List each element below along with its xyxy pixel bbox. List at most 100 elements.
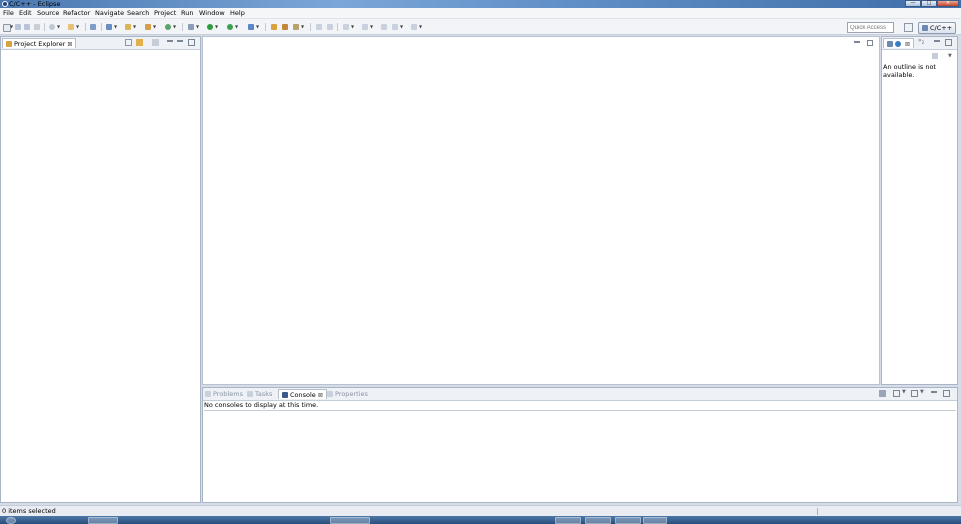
pin-console-icon[interactable] bbox=[879, 390, 886, 397]
new-source-dropdown-icon[interactable]: ▼ bbox=[133, 25, 136, 29]
tab-problems[interactable]: Problems bbox=[205, 389, 243, 399]
new-header-dropdown-icon[interactable]: ▼ bbox=[153, 25, 156, 29]
search-dropdown-icon[interactable]: ▼ bbox=[301, 25, 304, 29]
new-dropdown-icon[interactable]: ▼ bbox=[10, 25, 13, 29]
build-dropdown-icon[interactable]: ▼ bbox=[57, 25, 60, 29]
menu-source[interactable]: Source bbox=[37, 9, 59, 18]
external-tools-icon[interactable] bbox=[248, 24, 254, 30]
build-icon[interactable] bbox=[49, 24, 55, 30]
taskbar-app[interactable] bbox=[330, 517, 370, 524]
run-dropdown-icon[interactable]: ▼ bbox=[215, 25, 218, 29]
maximize-view-icon[interactable] bbox=[943, 390, 950, 397]
maximize-view-icon[interactable] bbox=[945, 39, 952, 46]
new-source-icon[interactable] bbox=[125, 24, 131, 30]
run-icon[interactable] bbox=[207, 24, 213, 30]
save-icon[interactable] bbox=[15, 24, 21, 30]
previous-annotation-icon[interactable] bbox=[362, 24, 368, 30]
taskbar-app[interactable] bbox=[585, 517, 611, 524]
debug-icon[interactable] bbox=[227, 24, 233, 30]
link-with-editor-icon[interactable] bbox=[136, 39, 143, 46]
perspective-cpp-button[interactable]: C/C++ bbox=[918, 22, 956, 34]
open-perspective-icon[interactable] bbox=[904, 23, 913, 32]
minimize-view-icon[interactable] bbox=[931, 391, 937, 393]
display-console-dropdown-icon[interactable]: ▼ bbox=[902, 388, 906, 396]
print-icon[interactable] bbox=[34, 24, 40, 30]
new-project-dropdown-icon[interactable]: ▼ bbox=[173, 25, 176, 29]
save-all-icon[interactable] bbox=[24, 24, 30, 30]
overflow-tabs-icon[interactable]: »2 bbox=[918, 37, 924, 47]
close-tab-icon[interactable]: ⊠ bbox=[318, 392, 323, 399]
build-all-icon[interactable] bbox=[68, 24, 74, 30]
last-edit-icon[interactable] bbox=[381, 24, 387, 30]
external-tools-dropdown-icon[interactable]: ▼ bbox=[256, 25, 259, 29]
taskbar-app[interactable] bbox=[88, 517, 118, 524]
build-all-dropdown-icon[interactable]: ▼ bbox=[76, 25, 79, 29]
tab-tasks[interactable]: Tasks bbox=[247, 389, 272, 399]
editor-area[interactable] bbox=[202, 36, 880, 385]
minimize-view-icon[interactable] bbox=[177, 40, 183, 42]
menu-navigate[interactable]: Navigate bbox=[95, 9, 124, 18]
project-explorer-panel: Project Explorer ⊠ bbox=[0, 36, 201, 503]
toolbar-separator bbox=[337, 23, 338, 31]
taskbar-app[interactable] bbox=[555, 517, 581, 524]
quick-access-input[interactable] bbox=[847, 22, 894, 33]
menu-file[interactable]: File bbox=[3, 9, 14, 18]
tab-project-explorer[interactable]: Project Explorer ⊠ bbox=[2, 38, 77, 48]
menu-refactor[interactable]: Refactor bbox=[63, 9, 90, 18]
taskbar-app[interactable] bbox=[643, 517, 667, 524]
taskbar-app[interactable] bbox=[615, 517, 641, 524]
minimize-editor-icon[interactable] bbox=[854, 41, 860, 43]
maximize-view-icon[interactable] bbox=[188, 39, 195, 46]
display-console-icon[interactable] bbox=[893, 390, 900, 397]
toggle-block-icon[interactable] bbox=[327, 24, 333, 30]
open-console-icon[interactable] bbox=[911, 390, 918, 397]
open-console-dropdown-icon[interactable]: ▼ bbox=[920, 388, 924, 396]
window-title-bar[interactable]: C/C++ - Eclipse — □ × bbox=[0, 0, 961, 8]
forward-dropdown-icon[interactable]: ▼ bbox=[419, 25, 422, 29]
back-dropdown-icon[interactable]: ▼ bbox=[400, 25, 403, 29]
minimize-view-icon[interactable] bbox=[934, 40, 940, 42]
new-header-icon[interactable] bbox=[145, 24, 151, 30]
tab-outline[interactable]: ⊠ bbox=[883, 38, 915, 48]
status-separator bbox=[817, 508, 818, 515]
view-menu-icon[interactable] bbox=[152, 39, 159, 46]
search-icon[interactable] bbox=[293, 24, 299, 30]
new-folder-icon[interactable] bbox=[106, 24, 112, 30]
next-annotation-dropdown-icon[interactable]: ▼ bbox=[351, 25, 354, 29]
new-project-icon[interactable] bbox=[165, 24, 171, 30]
menu-help[interactable]: Help bbox=[230, 9, 245, 18]
close-button[interactable]: × bbox=[937, 0, 959, 7]
new-folder-dropdown-icon[interactable]: ▼ bbox=[114, 25, 117, 29]
tab-properties[interactable]: Properties bbox=[327, 389, 368, 399]
tab-console[interactable]: Console ⊠ bbox=[278, 389, 327, 399]
collapse-all-icon[interactable] bbox=[125, 39, 132, 46]
back-icon[interactable] bbox=[392, 24, 398, 30]
menu-run[interactable]: Run bbox=[181, 9, 193, 18]
menu-search[interactable]: Search bbox=[127, 9, 149, 18]
console-panel: Problems Tasks Console ⊠ Properties ▼ ▼ N… bbox=[202, 387, 958, 503]
maximize-button[interactable]: □ bbox=[921, 0, 937, 7]
outline-toolbar-icon[interactable] bbox=[932, 53, 938, 59]
previous-annotation-dropdown-icon[interactable]: ▼ bbox=[370, 25, 373, 29]
menu-window[interactable]: Window bbox=[199, 9, 225, 18]
debug-dropdown-icon[interactable]: ▼ bbox=[235, 25, 238, 29]
minimize-button[interactable]: — bbox=[905, 0, 921, 7]
open-element-icon[interactable] bbox=[282, 24, 288, 30]
view-menu-icon[interactable]: ▼ bbox=[948, 52, 952, 60]
debug-settings-dropdown-icon[interactable]: ▼ bbox=[196, 25, 199, 29]
maximize-editor-icon[interactable] bbox=[867, 40, 873, 46]
toggle-mark-icon[interactable] bbox=[316, 24, 322, 30]
close-tab-icon[interactable]: ⊠ bbox=[67, 41, 72, 48]
menu-project[interactable]: Project bbox=[154, 9, 176, 18]
next-annotation-icon[interactable] bbox=[343, 24, 349, 30]
menu-edit[interactable]: Edit bbox=[19, 9, 32, 18]
new-class-icon[interactable] bbox=[90, 24, 96, 30]
minimize-view-icon[interactable] bbox=[167, 40, 173, 42]
open-type-icon[interactable] bbox=[271, 24, 277, 30]
forward-icon[interactable] bbox=[411, 24, 417, 30]
debug-settings-icon[interactable] bbox=[188, 24, 194, 30]
window-title: C/C++ - Eclipse bbox=[9, 0, 61, 8]
outline-panel: ⊠ »2 ▼ An outline is not available. bbox=[881, 36, 958, 385]
start-button[interactable] bbox=[6, 517, 16, 524]
close-tab-icon[interactable]: ⊠ bbox=[905, 41, 910, 48]
